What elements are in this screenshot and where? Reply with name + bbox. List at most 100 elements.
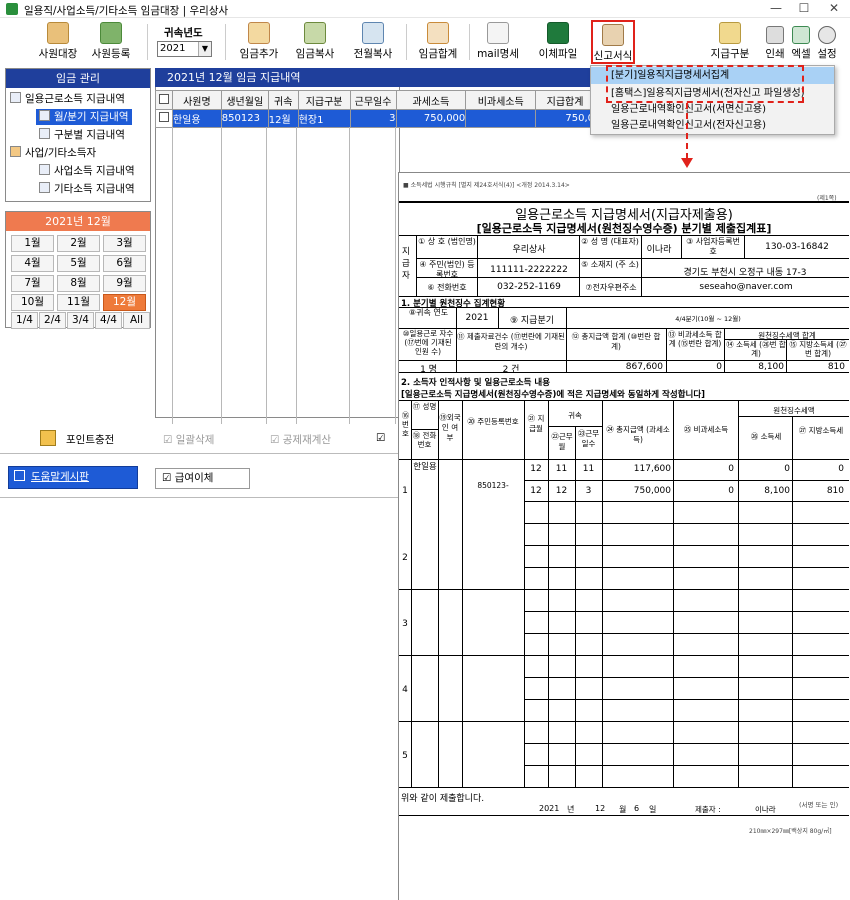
print-button[interactable]: 인쇄 <box>762 22 788 66</box>
col-name[interactable]: 사원명 <box>171 90 222 110</box>
excel-file-icon <box>547 22 569 44</box>
cell-total[interactable]: 750,0 <box>535 109 595 128</box>
mail-statement-button[interactable]: mail명세 <box>474 22 522 66</box>
month-button-10[interactable]: 10월 <box>11 294 54 311</box>
grid-line <box>266 127 267 424</box>
document-preview: ■ 소득세법 시행규칙 [별지 제24호서식(4)] <개정 2014.3.14… <box>398 172 850 900</box>
col-taxable[interactable]: 과세소득 <box>395 90 467 110</box>
r2-total-pay: 750,000 <box>633 486 671 496</box>
calendar-add-icon <box>248 22 270 44</box>
copy-wage-button[interactable]: 임금복사 <box>292 22 338 66</box>
summary-value-6: 810 <box>827 362 845 372</box>
checkbox-icon[interactable]: ☑ <box>162 472 171 484</box>
tree-item-business-other[interactable]: 사업/기타소득자 <box>10 145 96 161</box>
payment-category-button[interactable]: 지급구분 <box>706 22 754 66</box>
settings-button[interactable]: 설정 <box>814 22 840 66</box>
cell-birth[interactable]: 850123 <box>220 109 269 128</box>
add-wage-button[interactable]: 임금추가 <box>236 22 282 66</box>
quarter-button-all[interactable]: All <box>123 312 150 329</box>
excel-button[interactable]: 엑셀 <box>788 22 814 66</box>
cell-work-days[interactable]: 3 <box>349 109 397 128</box>
month-button-2[interactable]: 2월 <box>57 235 100 252</box>
report-forms-button[interactable]: 신고서식 <box>591 20 635 64</box>
month-button-8[interactable]: 8월 <box>57 275 100 292</box>
rule <box>399 400 849 401</box>
select-all-checkbox[interactable] <box>155 90 173 110</box>
table-row[interactable]: 한일용 850123 12월 현장1 3 750,000 750,0 <box>155 109 595 128</box>
year-label: ⑧귀속 연도 <box>408 308 449 317</box>
month-button-1[interactable]: 1월 <box>11 235 54 252</box>
minimize-button[interactable]: — <box>768 1 784 17</box>
col-work-days[interactable]: 근무일수 <box>349 90 397 110</box>
cell-name[interactable]: 한일용 <box>171 109 222 128</box>
extra-checkbox[interactable]: ☑ <box>376 432 385 444</box>
submitter-label: 제출자 : <box>695 805 721 814</box>
checkbox-icon[interactable]: ☑ <box>163 434 172 446</box>
tree-item-business-income[interactable]: 사업소득 지급내역 <box>39 163 135 179</box>
tree-item-daily-wage[interactable]: 일용근로소득 지급내역 <box>10 91 125 107</box>
cell-attribution[interactable]: 12월 <box>267 109 299 128</box>
f5-label: ⑤ 소재지 (주 소) <box>581 260 639 269</box>
tree-item-other-income[interactable]: 기타소득 지급내역 <box>39 181 135 197</box>
cell-payment-type[interactable]: 현장1 <box>297 109 351 128</box>
wage-total-button[interactable]: 임금합계 <box>414 22 462 66</box>
paper-note: 210㎜×297㎜[백상지 80g/㎡] <box>749 828 832 835</box>
col-payment-type[interactable]: 지급구분 <box>297 90 351 110</box>
f3-label: ③ 사업자등록번호 <box>686 237 740 256</box>
col-birth[interactable]: 생년월일 <box>220 90 269 110</box>
employee-register-button[interactable]: 사원등록 <box>88 22 134 66</box>
row-checkbox[interactable] <box>155 109 173 128</box>
col-attribution[interactable]: 귀속 <box>267 90 299 110</box>
cell-nontaxable[interactable] <box>465 109 537 128</box>
month-button-6[interactable]: 6월 <box>103 255 146 272</box>
menu-item-written-report[interactable]: 일용근로내역확인신고서(서면신고용) <box>611 101 766 118</box>
col-total[interactable]: 지급합계 <box>535 90 595 110</box>
help-board-button[interactable]: 도움말게시판 <box>8 466 138 489</box>
r1-total-pay: 117,600 <box>633 464 671 474</box>
r1-income-tax: 0 <box>784 464 790 474</box>
rule <box>681 235 682 258</box>
month-button-11[interactable]: 11월 <box>57 294 100 311</box>
coin-icon <box>40 430 56 446</box>
month-button-3[interactable]: 3월 <box>103 235 146 252</box>
month-button-7[interactable]: 7월 <box>11 275 54 292</box>
grid-panel <box>155 87 400 418</box>
checkbox-icon[interactable]: ☑ <box>270 434 279 446</box>
sign-year-unit: 년 <box>567 805 575 814</box>
menu-item-electronic-report[interactable]: 일용근로내역확인신고서(전자신고용) <box>611 117 766 134</box>
chevron-down-icon[interactable]: ▼ <box>198 42 211 56</box>
tree-item-by-category[interactable]: 구분별 지급내역 <box>39 127 125 143</box>
summary-header-7: ⑮ 지방소득세 (㉗번 합계) <box>789 340 847 358</box>
salary-transfer-checkbox[interactable]: ☑ 급여이체 <box>155 468 250 489</box>
transfer-file-button[interactable]: 이체파일 <box>534 22 582 66</box>
quarter-button-4[interactable]: 4/4 <box>95 312 122 329</box>
quarter-button-2[interactable]: 2/4 <box>39 312 66 329</box>
month-button-5[interactable]: 5월 <box>57 255 100 272</box>
rule <box>524 545 849 546</box>
copy-prev-month-button[interactable]: 전월복사 <box>350 22 396 66</box>
month-button-4[interactable]: 4월 <box>11 255 54 272</box>
grid-title: 2021년 12월 임금 지급내역 <box>155 68 595 87</box>
deduction-recalc-option[interactable]: ☑ 공제재계산 <box>270 432 331 447</box>
year-select[interactable]: 2021 ▼ <box>157 41 212 57</box>
rule <box>566 307 567 329</box>
month-button-9[interactable]: 9월 <box>103 275 146 292</box>
people-copy-icon <box>304 22 326 44</box>
quarter-button-1[interactable]: 1/4 <box>11 312 38 329</box>
summary-header-1: ⑩일용근로 자수(⑰번에 기재된 인원 수) <box>402 329 454 356</box>
close-button[interactable]: ✕ <box>826 1 842 17</box>
month-button-12[interactable]: 12월 <box>103 294 146 311</box>
rule <box>641 235 642 297</box>
rule <box>498 307 499 329</box>
point-charge-link[interactable]: 포인트충전 <box>66 432 114 447</box>
f1-label: ① 상 호 (법인명) <box>418 237 476 246</box>
quarter-button-3[interactable]: 3/4 <box>67 312 94 329</box>
bulk-delete-option[interactable]: ☑ 일괄삭제 <box>163 432 214 447</box>
maximize-button[interactable]: ☐ <box>796 1 812 17</box>
employee-ledger-button[interactable]: 사원대장 <box>34 22 82 66</box>
col-nontaxable[interactable]: 비과세소득 <box>465 90 537 110</box>
title-bar: 일용직/사업소득/기타소득 임금대장 | 우리상사 — ☐ ✕ <box>0 0 850 18</box>
cell-taxable[interactable]: 750,000 <box>395 109 467 128</box>
section2-title: 2. 소득자 인적사항 및 일용근로소득 내용 <box>401 378 551 388</box>
tree-item-monthly-quarterly[interactable]: 월/분기 지급내역 <box>36 109 132 125</box>
